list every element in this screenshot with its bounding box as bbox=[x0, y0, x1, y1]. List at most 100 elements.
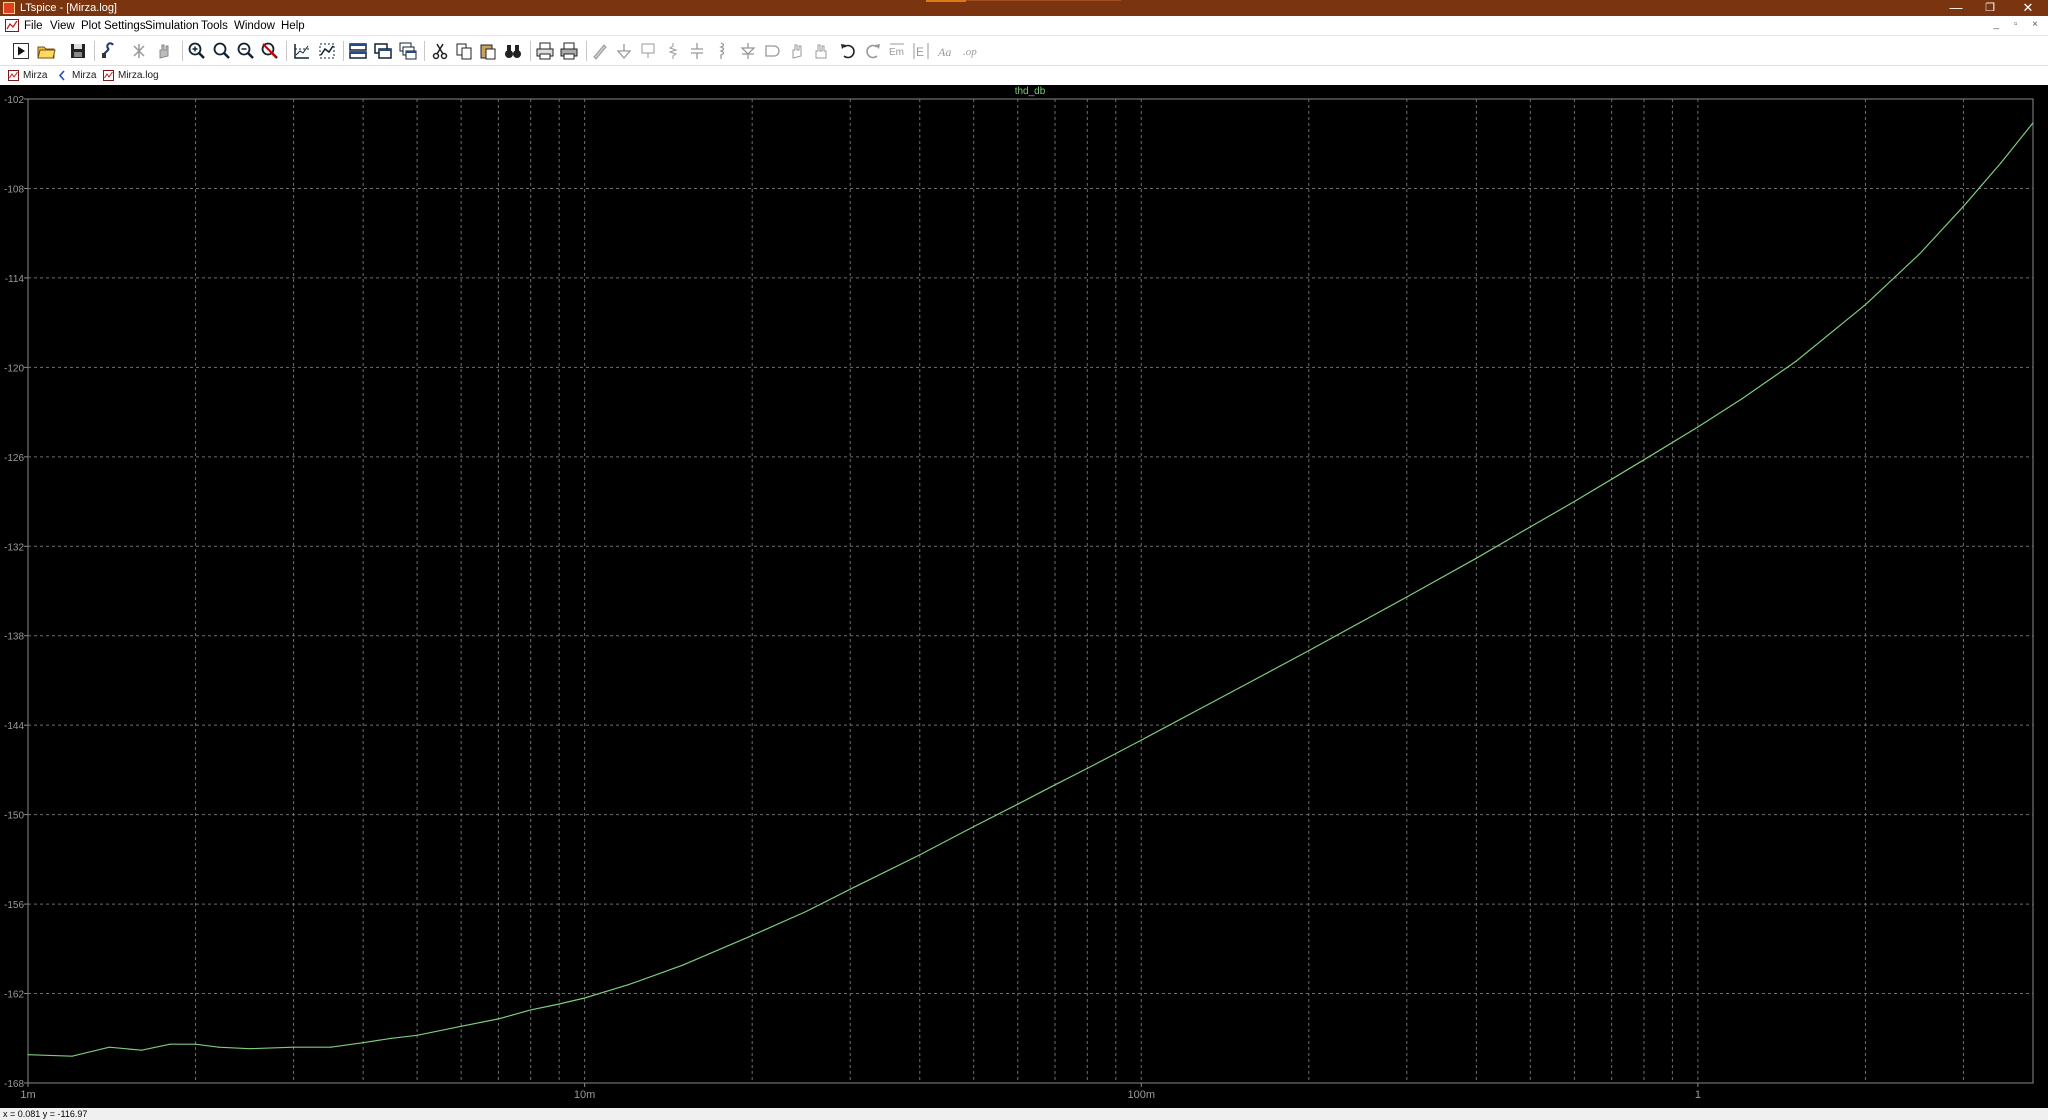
data-point bbox=[558, 1003, 560, 1005]
data-point bbox=[1115, 752, 1117, 755]
cascade-icon[interactable] bbox=[397, 40, 419, 62]
print-preview-icon[interactable] bbox=[558, 40, 580, 62]
toolbar-separator bbox=[424, 41, 425, 61]
save-icon[interactable] bbox=[67, 40, 89, 62]
mirror-icon: E bbox=[910, 40, 932, 62]
control-panel-icon[interactable] bbox=[98, 40, 120, 62]
tile-horizontal-icon[interactable] bbox=[347, 40, 369, 62]
data-point bbox=[1406, 596, 1408, 598]
mdi-window-buttons[interactable]: _ ▫ × bbox=[1993, 19, 2044, 30]
x-tick-label: 10m bbox=[574, 1089, 595, 1101]
paste-icon[interactable] bbox=[477, 40, 499, 62]
autorange-icon[interactable] bbox=[291, 40, 313, 62]
svg-text:Em: Em bbox=[889, 47, 904, 58]
menu-file[interactable]: File bbox=[24, 19, 43, 33]
tab-mirza-schematic[interactable]: Mirza bbox=[8, 67, 47, 84]
data-point bbox=[1643, 459, 1645, 461]
restore-button[interactable]: ❐ bbox=[1973, 0, 2007, 16]
y-tick-label: -150 bbox=[4, 811, 24, 822]
tab-mirza-log[interactable]: Mirza.log bbox=[103, 67, 159, 84]
resistor-icon bbox=[662, 40, 684, 62]
menu-view[interactable]: View bbox=[50, 19, 75, 33]
y-tick-label: -156 bbox=[4, 900, 24, 911]
data-point bbox=[330, 1046, 332, 1048]
tab-label: Mirza bbox=[23, 70, 48, 81]
tab-mirza-netlist[interactable]: Mirza bbox=[57, 67, 96, 84]
x-tick-label: 1m bbox=[20, 1089, 35, 1101]
pan-hand-icon[interactable] bbox=[153, 40, 175, 62]
data-point bbox=[1611, 478, 1613, 480]
svg-text:Aa: Aa bbox=[937, 45, 951, 59]
y-tick-label: -120 bbox=[4, 363, 24, 374]
capacitor-icon bbox=[686, 40, 708, 62]
zoom-cancel-icon[interactable] bbox=[259, 40, 281, 62]
close-button[interactable]: ✕ bbox=[2011, 0, 2045, 16]
document-tabs: Mirza Mirza Mirza.log bbox=[0, 66, 2048, 85]
y-tick-label: -102 bbox=[4, 95, 24, 106]
run-icon[interactable] bbox=[10, 40, 32, 62]
titlebar-accent-line bbox=[966, 0, 1121, 1]
data-point bbox=[1864, 304, 1866, 306]
data-point bbox=[497, 1018, 499, 1020]
data-point bbox=[1573, 500, 1575, 503]
toolbar-separator bbox=[182, 41, 183, 61]
mark-data-icon[interactable] bbox=[316, 40, 338, 62]
x-tick-label: 100m bbox=[1127, 1089, 1155, 1101]
menu-tools[interactable]: Tools bbox=[201, 19, 228, 33]
toolbar-separator bbox=[94, 41, 95, 61]
y-tick-label: -162 bbox=[4, 990, 24, 1001]
data-point bbox=[391, 1037, 393, 1039]
menu-window[interactable]: Window bbox=[234, 19, 275, 33]
zoom-in-icon[interactable] bbox=[186, 40, 208, 62]
halt-icon[interactable] bbox=[128, 40, 150, 62]
find-binoculars-icon[interactable] bbox=[502, 40, 524, 62]
label-net-icon bbox=[637, 40, 659, 62]
data-point bbox=[1308, 650, 1310, 652]
cursor-readout: x = 0.081 y = -116.97 bbox=[3, 1109, 88, 1119]
zoom-out-icon[interactable] bbox=[235, 40, 257, 62]
tile-vertical-icon[interactable] bbox=[372, 40, 394, 62]
move-hand-icon bbox=[786, 40, 808, 62]
status-bar: x = 0.081 y = -116.97 bbox=[0, 1108, 2048, 1120]
data-point bbox=[1086, 767, 1088, 770]
data-point bbox=[849, 888, 851, 890]
tab-label: Mirza bbox=[72, 70, 97, 81]
data-point bbox=[248, 1048, 251, 1050]
inductor-icon bbox=[710, 40, 732, 62]
redo-icon[interactable] bbox=[862, 40, 884, 62]
data-point bbox=[1238, 687, 1240, 689]
data-point bbox=[1741, 398, 1743, 400]
data-point bbox=[27, 1054, 29, 1056]
open-folder-icon[interactable] bbox=[35, 40, 57, 62]
trace-label[interactable]: thd_db bbox=[1015, 86, 1046, 97]
data-point bbox=[169, 1043, 171, 1045]
menu-help[interactable]: Help bbox=[281, 19, 305, 33]
ground-icon bbox=[613, 40, 635, 62]
rotate-icon: Em bbox=[886, 40, 908, 62]
spice-directive-icon: .op bbox=[961, 40, 983, 62]
data-point bbox=[218, 1046, 220, 1048]
document-icon bbox=[5, 19, 19, 32]
data-point bbox=[682, 964, 684, 966]
zoom-box-icon[interactable] bbox=[211, 40, 233, 62]
y-tick-label: -108 bbox=[4, 184, 24, 195]
y-tick-label: -114 bbox=[5, 274, 25, 285]
waveform-plot-pane[interactable]: -102 -108 -114 -120 -126 -132 -138 -144 -150 -156… bbox=[0, 85, 2048, 1108]
title-bar: LTspice - [Mirza.log] — ❐ ✕ bbox=[0, 0, 2048, 16]
data-point bbox=[362, 1042, 364, 1044]
menu-simulation[interactable]: Simulation bbox=[145, 19, 199, 33]
data-point bbox=[530, 1009, 532, 1011]
y-tick-label: -144 bbox=[4, 721, 24, 732]
menu-plot-settings[interactable]: Plot Settings bbox=[81, 19, 146, 33]
schematic-icon bbox=[8, 70, 19, 81]
svg-text:E: E bbox=[916, 45, 924, 59]
log-icon bbox=[103, 70, 114, 81]
copy-icon[interactable] bbox=[453, 40, 475, 62]
undo-icon[interactable] bbox=[837, 40, 859, 62]
x-tick-label: 1 bbox=[1695, 1089, 1701, 1101]
data-point bbox=[805, 910, 807, 913]
print-icon[interactable] bbox=[534, 40, 556, 62]
minimize-button[interactable]: — bbox=[1939, 0, 1973, 16]
cut-icon[interactable] bbox=[429, 40, 451, 62]
waveform-plot[interactable]: -102 -108 -114 -120 -126 -132 -138 -144 -150 -156… bbox=[0, 85, 2048, 1108]
